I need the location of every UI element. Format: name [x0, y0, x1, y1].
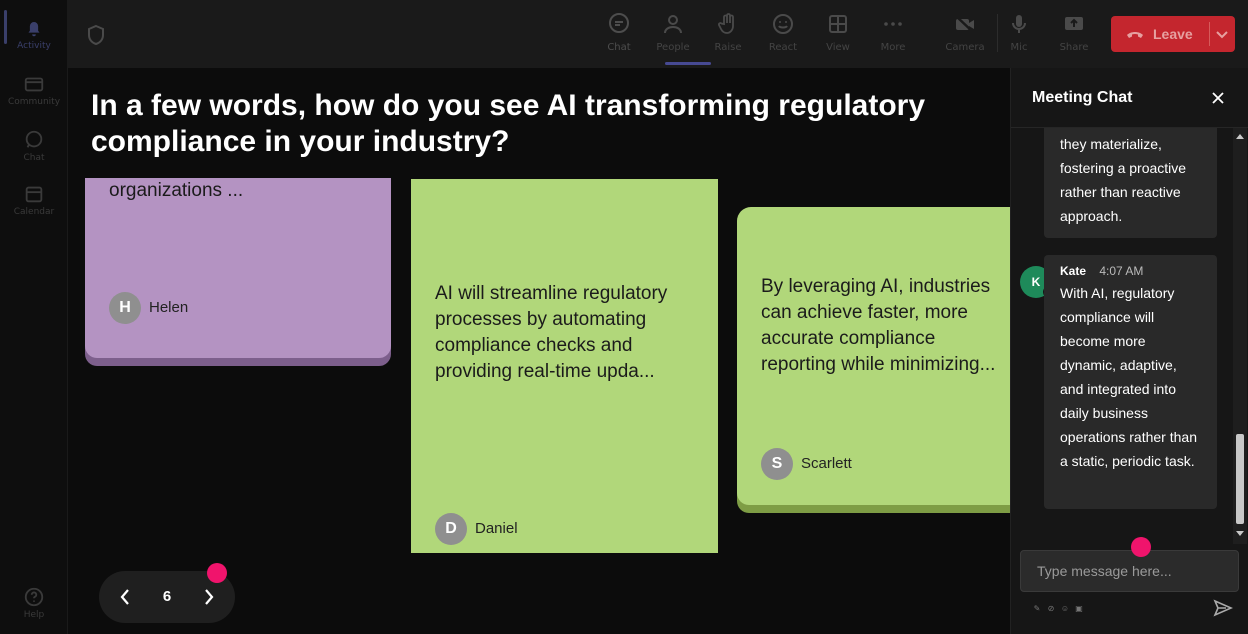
chat-title: Meeting Chat	[1032, 89, 1133, 106]
toolbar-chat-button[interactable]: Chat	[594, 10, 644, 62]
rail-item-help[interactable]: Help	[0, 575, 68, 631]
rail-label: Help	[23, 610, 45, 620]
toolbar-people-button[interactable]: People	[648, 10, 698, 62]
leave-label: Leave	[1153, 26, 1193, 42]
phone-hangup-icon	[1127, 32, 1143, 38]
active-tab-indicator	[665, 62, 711, 65]
message-text: they materialize, fostering a proactive …	[1060, 136, 1187, 224]
send-icon[interactable]	[1213, 599, 1233, 617]
chevron-down-icon[interactable]	[1215, 28, 1229, 40]
chat-message-input[interactable]	[1020, 550, 1239, 592]
mic-icon	[1012, 15, 1026, 33]
toolbar-mic-button[interactable]: Mic	[994, 10, 1044, 62]
chat-messages[interactable]: they materialize, fostering a proactive …	[1011, 128, 1233, 544]
camera-off-icon	[955, 15, 975, 34]
message-text: With AI, regulatory compliance will beco…	[1060, 285, 1197, 469]
chat-message: Kate 4:07 AM With AI, regulatory complia…	[1044, 255, 1217, 509]
toolbar-view-button[interactable]: View	[813, 10, 863, 62]
toolbar-label: Raise	[714, 42, 742, 53]
rail-label: Chat	[23, 153, 45, 163]
gif-icon[interactable]: ▣	[1073, 602, 1085, 614]
people-icon	[664, 15, 682, 34]
close-icon[interactable]	[1210, 90, 1226, 106]
toolbar-label: Chat	[607, 42, 631, 53]
rail-item-chat[interactable]: Chat	[0, 118, 68, 174]
toolbar-camera-button[interactable]: Camera	[940, 10, 990, 62]
chat-header: Meeting Chat	[1011, 68, 1248, 128]
emoji-icon[interactable]: ☺	[1059, 602, 1071, 614]
rail-item-community[interactable]: Community	[0, 62, 68, 118]
help-icon	[24, 587, 44, 607]
chevron-left-icon[interactable]	[117, 587, 133, 607]
toolbar-label: Share	[1059, 42, 1089, 53]
calendar-icon	[25, 186, 43, 203]
scroll-up-icon[interactable]	[1236, 132, 1244, 140]
community-icon	[24, 77, 44, 92]
message-time: 4:07 AM	[1099, 264, 1144, 278]
message-meta: Kate 4:07 AM	[1060, 261, 1201, 281]
chat-icon	[25, 130, 43, 148]
format-icon[interactable]: ✎	[1031, 602, 1043, 614]
leave-button[interactable]: Leave	[1111, 16, 1235, 52]
sticky-note-card[interactable]: By leveraging AI, industries can achieve…	[737, 207, 1010, 505]
author-name: Helen	[149, 299, 189, 316]
share-icon	[1065, 17, 1083, 30]
meeting-toolbar: Chat People Raise React View More Camera…	[68, 0, 1248, 68]
whiteboard-stage: In a few words, how do you see AI transf…	[68, 68, 1010, 634]
bell-icon	[28, 22, 40, 37]
avatar: D	[435, 513, 467, 545]
more-icon	[884, 22, 902, 26]
highlight-dot	[1131, 537, 1151, 557]
shield-icon[interactable]	[86, 24, 106, 46]
avatar: H	[109, 292, 141, 324]
toolbar-label: React	[768, 42, 798, 53]
rail-label: Activity	[17, 41, 51, 51]
rail-label: Community	[7, 97, 61, 107]
chevron-right-icon[interactable]	[201, 587, 217, 607]
attach-icon[interactable]: ⊘	[1045, 602, 1057, 614]
card-author: D Daniel	[435, 513, 518, 545]
card-text: By leveraging AI, industries can achieve…	[761, 276, 996, 375]
message-author: Kate	[1060, 264, 1087, 278]
avatar: S	[761, 448, 793, 480]
hand-icon	[718, 13, 734, 34]
question-title: In a few words, how do you see AI transf…	[91, 89, 926, 158]
toolbar-label: People	[656, 42, 690, 53]
rail-item-activity[interactable]: Activity	[0, 6, 68, 62]
author-name: Scarlett	[801, 455, 852, 472]
toolbar-react-button[interactable]: React	[758, 10, 808, 62]
leave-divider	[1209, 22, 1210, 46]
chat-message: they materialize, fostering a proactive …	[1044, 128, 1217, 238]
toolbar-more-button[interactable]: More	[868, 10, 918, 62]
scrollbar-thumb[interactable]	[1236, 434, 1244, 524]
toolbar-label: Camera	[945, 42, 985, 53]
page-number: 6	[162, 588, 172, 605]
card-text: AI will streamline regulatory processes …	[435, 283, 668, 382]
card-text: organizations ...	[109, 180, 244, 201]
grid-icon	[829, 15, 847, 33]
chat-scrollbar[interactable]	[1233, 128, 1247, 544]
card-author: H Helen	[109, 292, 188, 324]
card-author: S Scarlett	[761, 448, 852, 480]
toolbar-raise-button[interactable]: Raise	[703, 10, 753, 62]
toolbar-label: More	[880, 42, 906, 53]
sticky-note-card[interactable]: organizations ... H Helen	[85, 178, 391, 358]
chat-icon	[609, 13, 629, 33]
toolbar-label: Mic	[1010, 42, 1028, 53]
rail-item-calendar[interactable]: Calendar	[0, 172, 68, 228]
toolbar-share-button[interactable]: Share	[1049, 10, 1099, 62]
author-name: Daniel	[475, 520, 518, 537]
format-toolbar: ✎ ⊘ ☺ ▣	[1031, 602, 1087, 614]
sticky-note-card[interactable]: AI will streamline regulatory processes …	[411, 179, 718, 553]
smiley-icon	[773, 14, 793, 34]
meeting-chat-panel: Meeting Chat they materialize, fostering…	[1010, 68, 1248, 634]
scroll-down-icon[interactable]	[1236, 530, 1244, 538]
rail-label: Calendar	[13, 207, 55, 217]
app-rail: Activity Community Chat Calendar Help	[0, 0, 68, 634]
highlight-dot	[207, 563, 227, 583]
toolbar-label: View	[826, 42, 850, 53]
